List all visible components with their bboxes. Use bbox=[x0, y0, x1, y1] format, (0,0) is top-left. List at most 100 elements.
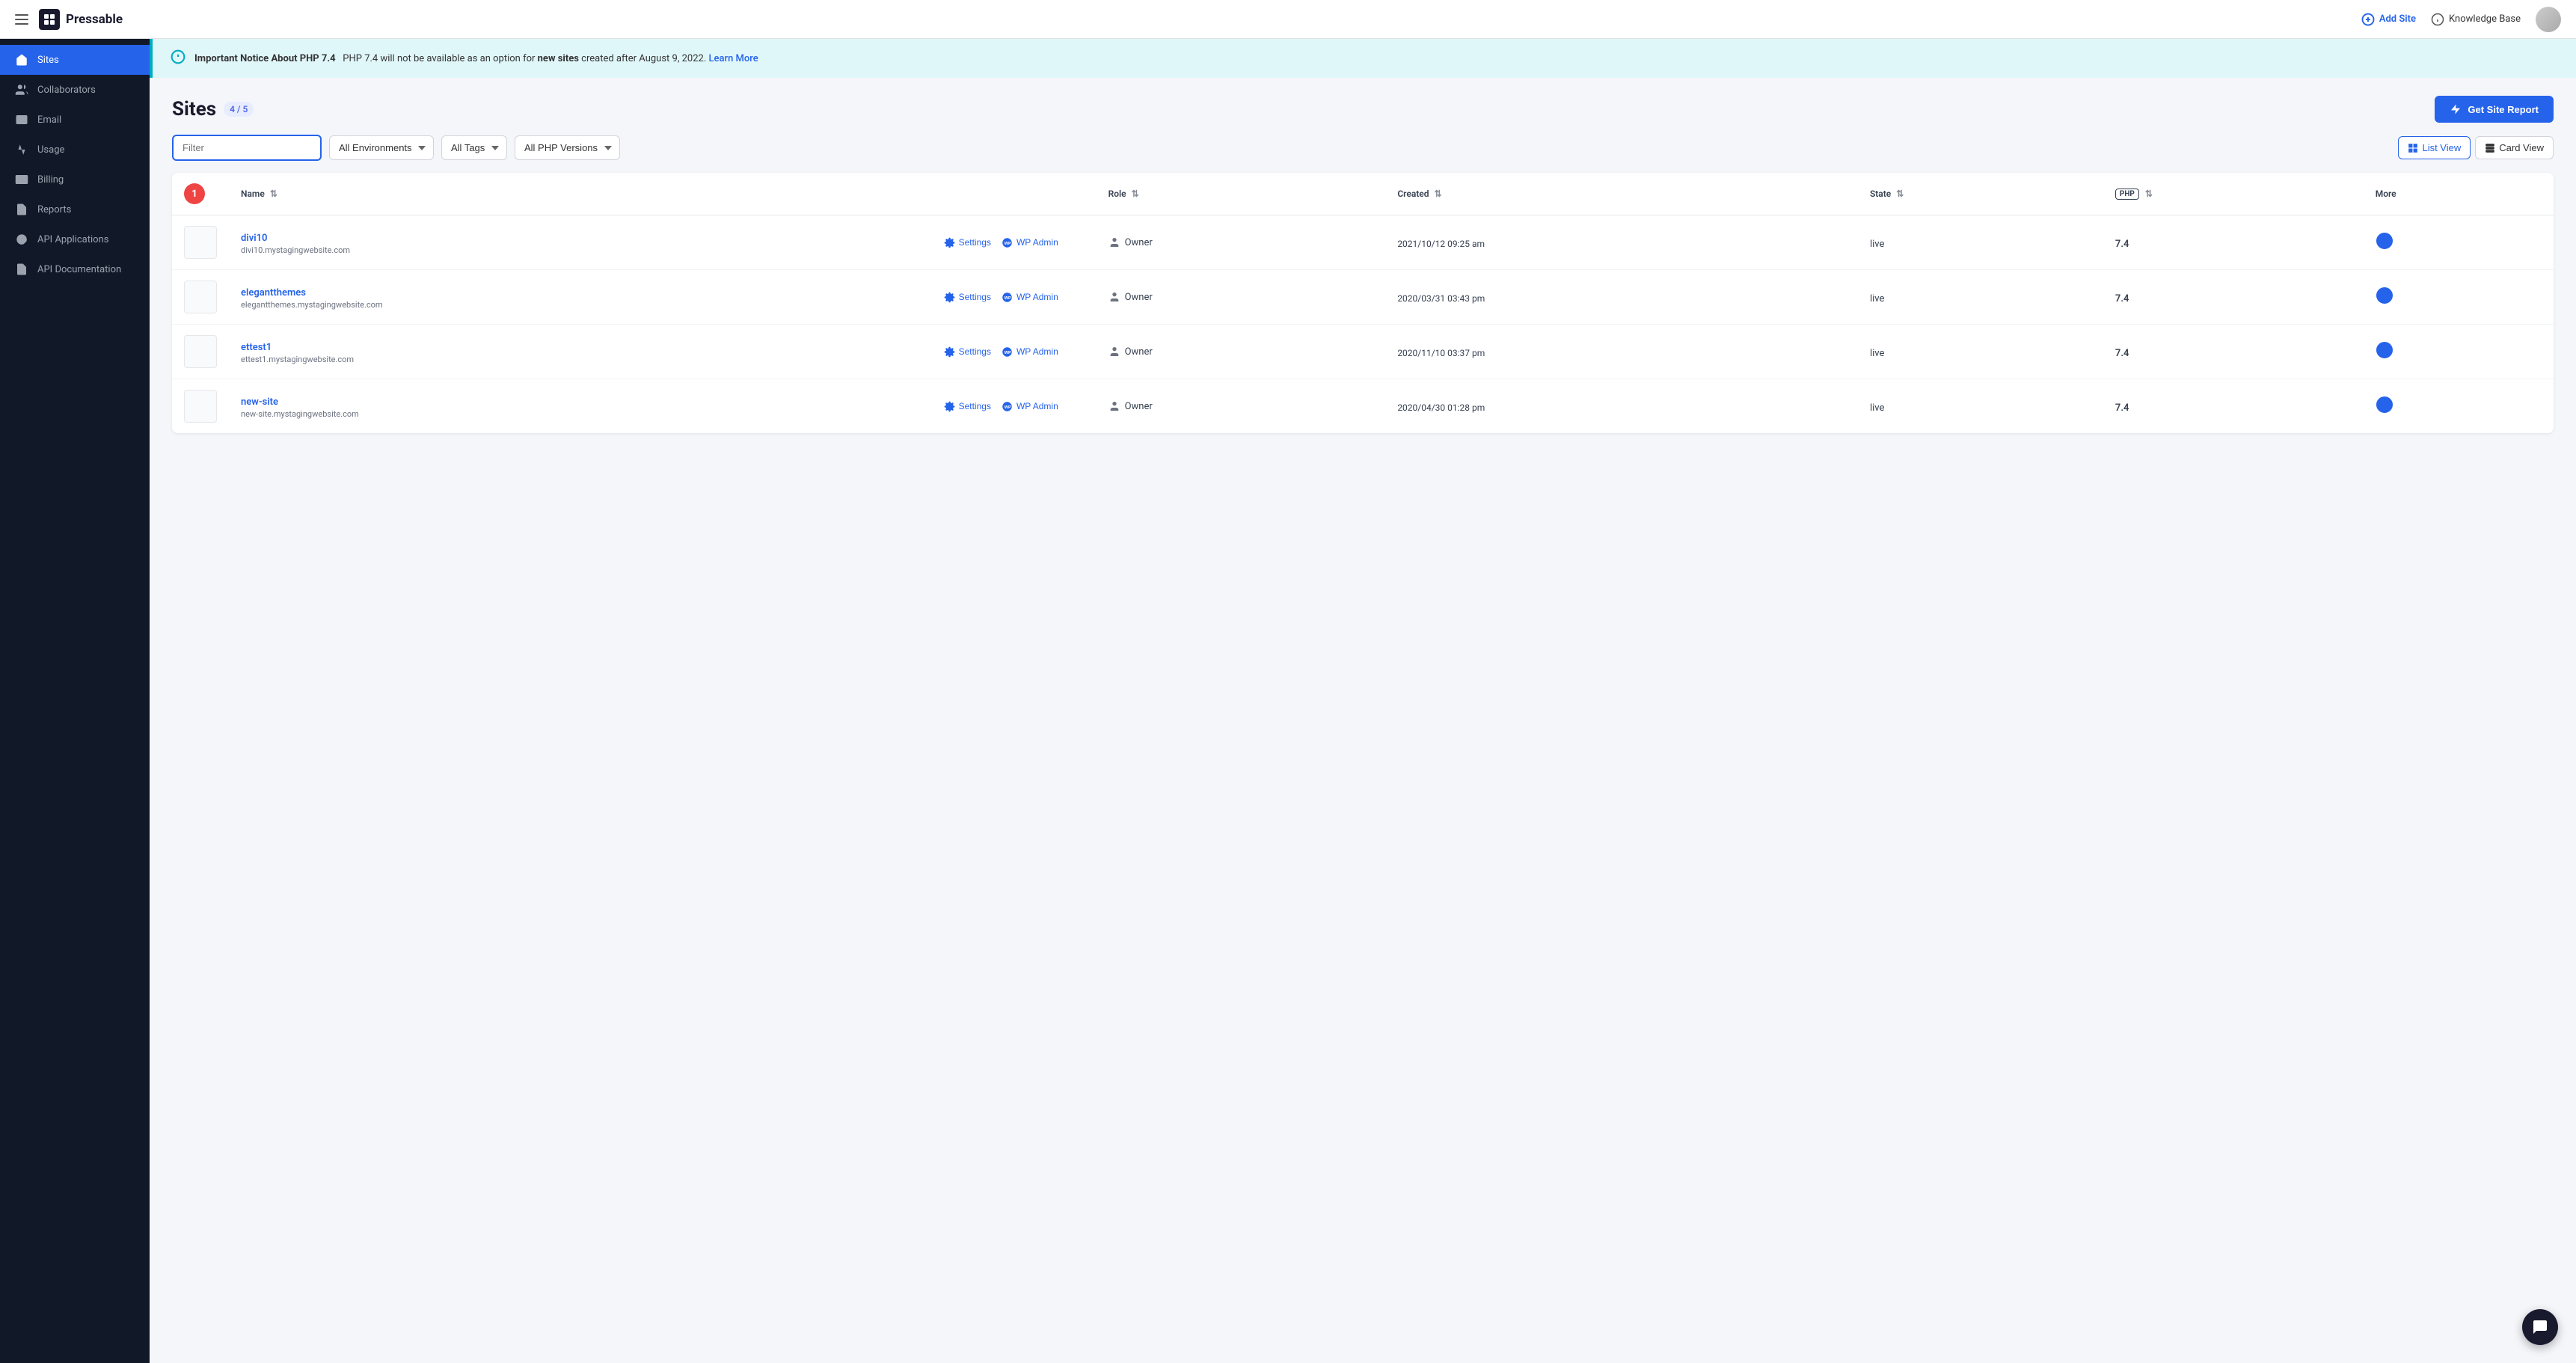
state-value: live bbox=[1870, 239, 1884, 250]
site-name-link[interactable]: divi10 bbox=[241, 233, 267, 244]
role-value: Owner bbox=[1125, 346, 1153, 358]
row-created-cell: 2021/10/12 09:25 am bbox=[1385, 215, 1858, 270]
knowledge-base-button[interactable]: Knowledge Base bbox=[2431, 13, 2521, 26]
wp-admin-button[interactable]: WP WP Admin bbox=[1002, 401, 1058, 412]
site-thumbnail bbox=[184, 226, 217, 259]
chat-bubble-button[interactable] bbox=[2522, 1309, 2558, 1345]
row-more-cell bbox=[2364, 270, 2554, 325]
row-php-cell: 7.4 bbox=[2103, 325, 2364, 379]
get-site-report-button[interactable]: Get Site Report bbox=[2435, 96, 2554, 123]
site-name-link[interactable]: new-site bbox=[241, 396, 278, 408]
php-version-value: 7.4 bbox=[2115, 293, 2129, 304]
state-value: live bbox=[1870, 348, 1884, 359]
top-nav: Pressable Add Site Knowledge Base bbox=[0, 0, 2576, 39]
php-sort-icon: ⇅ bbox=[2145, 189, 2153, 199]
more-button[interactable] bbox=[2376, 396, 2393, 416]
role-value: Owner bbox=[1125, 237, 1153, 248]
role-sort-icon: ⇅ bbox=[1132, 189, 1139, 199]
col-php[interactable]: PHP ⇅ bbox=[2103, 173, 2364, 215]
php-version-value: 7.4 bbox=[2115, 239, 2129, 250]
settings-button[interactable]: Settings bbox=[944, 401, 991, 412]
view-toggle: List View Card View bbox=[2398, 136, 2554, 159]
hamburger-menu[interactable] bbox=[15, 14, 28, 25]
site-thumbnail bbox=[184, 335, 217, 368]
sidebar-label-collaborators: Collaborators bbox=[37, 85, 96, 96]
col-name[interactable]: Name ⇅ bbox=[229, 173, 932, 215]
row-name-cell: new-site new-site.mystagingwebsite.com bbox=[229, 379, 932, 434]
page-title: Sites bbox=[172, 98, 216, 120]
sidebar-label-api-documentation: API Documentation bbox=[37, 264, 121, 275]
sidebar-item-usage[interactable]: Usage bbox=[0, 135, 150, 165]
row-state-cell: live bbox=[1858, 270, 2103, 325]
row-name-cell: divi10 divi10.mystagingwebsite.com bbox=[229, 215, 932, 270]
col-more: More bbox=[2364, 173, 2554, 215]
row-role-cell: Owner bbox=[1097, 215, 1386, 270]
sidebar: Sites Collaborators Email Usage Billing … bbox=[0, 39, 150, 1363]
card-view-button[interactable]: Card View bbox=[2475, 136, 2554, 159]
site-name-link[interactable]: elegantthemes bbox=[241, 287, 306, 298]
notice-banner: Important Notice About PHP 7.4 PHP 7.4 w… bbox=[150, 39, 2576, 78]
sidebar-item-email[interactable]: Email bbox=[0, 105, 150, 135]
row-actions-cell: Settings WP WP Admin bbox=[932, 379, 1097, 434]
row-thumb-cell bbox=[172, 379, 229, 434]
row-more-cell bbox=[2364, 379, 2554, 434]
wp-admin-button[interactable]: WP WP Admin bbox=[1002, 292, 1058, 303]
notice-icon bbox=[171, 49, 185, 67]
sites-table: 1 Name ⇅ Role ⇅ Created ⇅ bbox=[172, 173, 2554, 433]
svg-text:WP: WP bbox=[1005, 296, 1011, 301]
row-actions-cell: Settings WP WP Admin bbox=[932, 325, 1097, 379]
more-button[interactable] bbox=[2376, 232, 2393, 252]
environment-filter[interactable]: All Environments bbox=[329, 135, 434, 160]
col-state[interactable]: State ⇅ bbox=[1858, 173, 2103, 215]
filter-input[interactable] bbox=[172, 135, 322, 161]
more-button[interactable] bbox=[2376, 287, 2393, 307]
svg-text:WP: WP bbox=[1005, 405, 1011, 410]
tags-filter[interactable]: All Tags bbox=[441, 135, 507, 160]
row-name-cell: ettest1 ettest1.mystagingwebsite.com bbox=[229, 325, 932, 379]
avatar[interactable] bbox=[2536, 7, 2561, 32]
row-created-cell: 2020/03/31 03:43 pm bbox=[1385, 270, 1858, 325]
sidebar-item-api-applications[interactable]: API Applications bbox=[0, 224, 150, 254]
notice-text: Important Notice About PHP 7.4 PHP 7.4 w… bbox=[194, 53, 758, 64]
created-sort-icon: ⇅ bbox=[1435, 189, 1442, 199]
svg-text:WP: WP bbox=[1005, 351, 1011, 355]
site-thumbnail bbox=[184, 390, 217, 423]
sidebar-item-collaborators[interactable]: Collaborators bbox=[0, 75, 150, 105]
settings-button[interactable]: Settings bbox=[944, 292, 991, 303]
settings-button[interactable]: Settings bbox=[944, 237, 991, 248]
main-content: Important Notice About PHP 7.4 PHP 7.4 w… bbox=[150, 39, 2576, 1363]
row-role-cell: Owner bbox=[1097, 379, 1386, 434]
wp-admin-button[interactable]: WP WP Admin bbox=[1002, 346, 1058, 358]
row-more-cell bbox=[2364, 325, 2554, 379]
table-row: new-site new-site.mystagingwebsite.com S… bbox=[172, 379, 2554, 434]
settings-button[interactable]: Settings bbox=[944, 346, 991, 358]
site-name-link[interactable]: ettest1 bbox=[241, 342, 272, 353]
col-role[interactable]: Role ⇅ bbox=[1097, 173, 1386, 215]
php-version-filter[interactable]: All PHP Versions bbox=[515, 135, 620, 160]
row-state-cell: live bbox=[1858, 379, 2103, 434]
add-site-button[interactable]: Add Site bbox=[2361, 13, 2416, 26]
row-thumb-cell bbox=[172, 215, 229, 270]
sidebar-item-api-documentation[interactable]: API Documentation bbox=[0, 254, 150, 284]
table-row: elegantthemes elegantthemes.mystagingweb… bbox=[172, 270, 2554, 325]
sidebar-label-email: Email bbox=[37, 114, 61, 126]
more-button[interactable] bbox=[2376, 341, 2393, 361]
logo-icon bbox=[39, 9, 60, 30]
col-created[interactable]: Created ⇅ bbox=[1385, 173, 1858, 215]
sidebar-item-billing[interactable]: Billing bbox=[0, 165, 150, 195]
row-php-cell: 7.4 bbox=[2103, 215, 2364, 270]
sidebar-label-reports: Reports bbox=[37, 204, 71, 215]
wp-admin-button[interactable]: WP WP Admin bbox=[1002, 237, 1058, 248]
table-row: ettest1 ettest1.mystagingwebsite.com Set… bbox=[172, 325, 2554, 379]
list-view-button[interactable]: List View bbox=[2398, 136, 2471, 159]
sidebar-item-sites[interactable]: Sites bbox=[0, 45, 150, 75]
name-sort-icon: ⇅ bbox=[270, 189, 277, 199]
filters-row: All Environments All Tags All PHP Versio… bbox=[150, 135, 2576, 173]
notice-learn-more-link[interactable]: Learn More bbox=[709, 53, 758, 64]
row-name-cell: elegantthemes elegantthemes.mystagingweb… bbox=[229, 270, 932, 325]
created-date: 2020/03/31 03:43 pm bbox=[1397, 293, 1485, 304]
php-version-value: 7.4 bbox=[2115, 348, 2129, 359]
sidebar-label-billing: Billing bbox=[37, 174, 64, 186]
sidebar-item-reports[interactable]: Reports bbox=[0, 195, 150, 224]
created-date: 2021/10/12 09:25 am bbox=[1397, 239, 1485, 249]
